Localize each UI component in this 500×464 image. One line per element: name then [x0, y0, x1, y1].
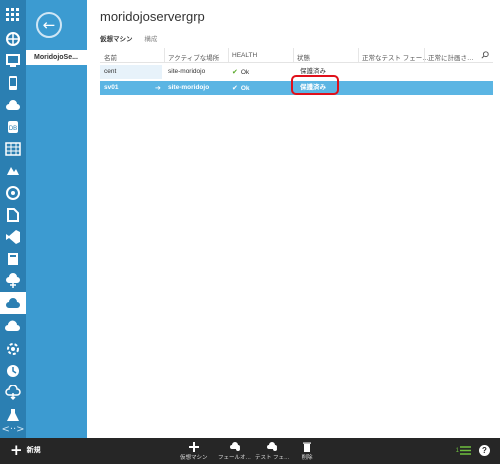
biztalk-icon[interactable] — [0, 270, 26, 292]
nav-item-moridojo[interactable]: MoridojoSe... — [26, 50, 87, 65]
all-items-icon[interactable] — [0, 4, 26, 26]
svg-text:DB: DB — [9, 126, 17, 132]
grid-header: 名前 アクティブな場所 HEALTH 状態 正常なテスト フェー… 正常に計画さ… — [100, 48, 493, 63]
automation-icon[interactable] — [0, 360, 26, 382]
page-title: moridojoservergrp — [100, 9, 205, 24]
test-failover-cloud-icon — [267, 442, 278, 451]
sql-databases-icon[interactable]: DB — [0, 116, 26, 138]
mobile-services-icon[interactable] — [0, 72, 26, 94]
checkmark-icon: ✔ — [232, 84, 238, 92]
new-button-label: 新規 — [26, 447, 41, 454]
networks-icon[interactable] — [0, 316, 26, 338]
failover-button[interactable]: フェールオ… — [218, 442, 251, 461]
traffic-manager-icon[interactable] — [0, 338, 26, 360]
cache-icon[interactable] — [0, 248, 26, 270]
storage-icon[interactable] — [0, 138, 26, 160]
row-name[interactable]: cent — [100, 65, 162, 79]
trash-icon — [303, 442, 311, 452]
help-icon[interactable]: ? — [479, 445, 490, 456]
media-services-icon[interactable] — [0, 182, 26, 204]
visual-studio-icon[interactable] — [0, 226, 26, 248]
virtual-machines-icon[interactable] — [0, 50, 26, 72]
rail-collapse-icon[interactable]: <··> — [0, 422, 26, 438]
column-header-location[interactable]: アクティブな場所 — [168, 52, 219, 62]
health-value: Ok — [240, 69, 250, 76]
list-lines-icon — [460, 446, 471, 455]
new-button[interactable]: + 新規 — [10, 441, 41, 459]
delete-label: 削除 — [301, 455, 313, 461]
back-arrow-icon[interactable]: ← — [36, 12, 62, 38]
row-location: site-moridojo — [168, 84, 210, 91]
status-highlight-annotation — [291, 75, 339, 95]
tab-configure[interactable]: 構成 — [144, 36, 157, 43]
activity-list-icon[interactable]: 1 — [456, 446, 471, 455]
tab-strip: 仮想マシン 構成 — [100, 33, 167, 43]
hdinsight-icon[interactable] — [0, 160, 26, 182]
command-bar: + 新規 仮想マシン フェールオ… テスト フェ… 削除 1 ? — [0, 438, 500, 464]
column-header-health[interactable]: HEALTH — [232, 52, 257, 59]
row-location: site-moridojo — [168, 68, 206, 75]
right-tools: 1 ? — [456, 445, 490, 456]
secondary-nav: ← MoridojoSe... — [26, 0, 87, 438]
column-header-test-failover[interactable]: 正常なテスト フェー… — [362, 52, 429, 62]
failover-cloud-icon — [229, 442, 240, 451]
row-health: ✔ Ok — [232, 81, 250, 95]
plus-icon: + — [10, 441, 23, 459]
activity-count: 1 — [455, 447, 459, 454]
websites-icon[interactable] — [0, 28, 26, 50]
test-failover-label: テスト フェ… — [255, 455, 290, 461]
row-health: ✔ Ok — [232, 65, 249, 79]
column-header-planned[interactable]: 正常に計画さ… — [428, 52, 474, 62]
recovery-services-icon[interactable] — [0, 292, 26, 314]
checkmark-icon: ✔ — [232, 68, 238, 76]
add-vm-label: 仮想マシン — [180, 455, 208, 461]
failover-label: フェールオ… — [218, 455, 252, 461]
row-name[interactable]: sv01 — [100, 81, 162, 95]
add-vm-button[interactable]: 仮想マシン — [180, 442, 208, 461]
service-bus-icon[interactable] — [0, 204, 26, 226]
delete-button[interactable]: 削除 — [301, 442, 313, 461]
left-rail: DB <··> — [0, 0, 26, 438]
arrow-right-icon[interactable]: ➔ — [155, 81, 161, 95]
test-failover-button[interactable]: テスト フェ… — [255, 442, 290, 461]
tab-virtual-machines[interactable]: 仮想マシン — [100, 36, 133, 43]
plus-icon — [188, 442, 199, 452]
health-value: Ok — [240, 85, 250, 92]
search-icon[interactable] — [481, 51, 489, 59]
active-directory-icon[interactable] — [0, 382, 26, 404]
column-header-name[interactable]: 名前 — [104, 52, 117, 62]
column-header-status[interactable]: 状態 — [297, 52, 310, 62]
cloud-services-icon[interactable] — [0, 94, 26, 116]
